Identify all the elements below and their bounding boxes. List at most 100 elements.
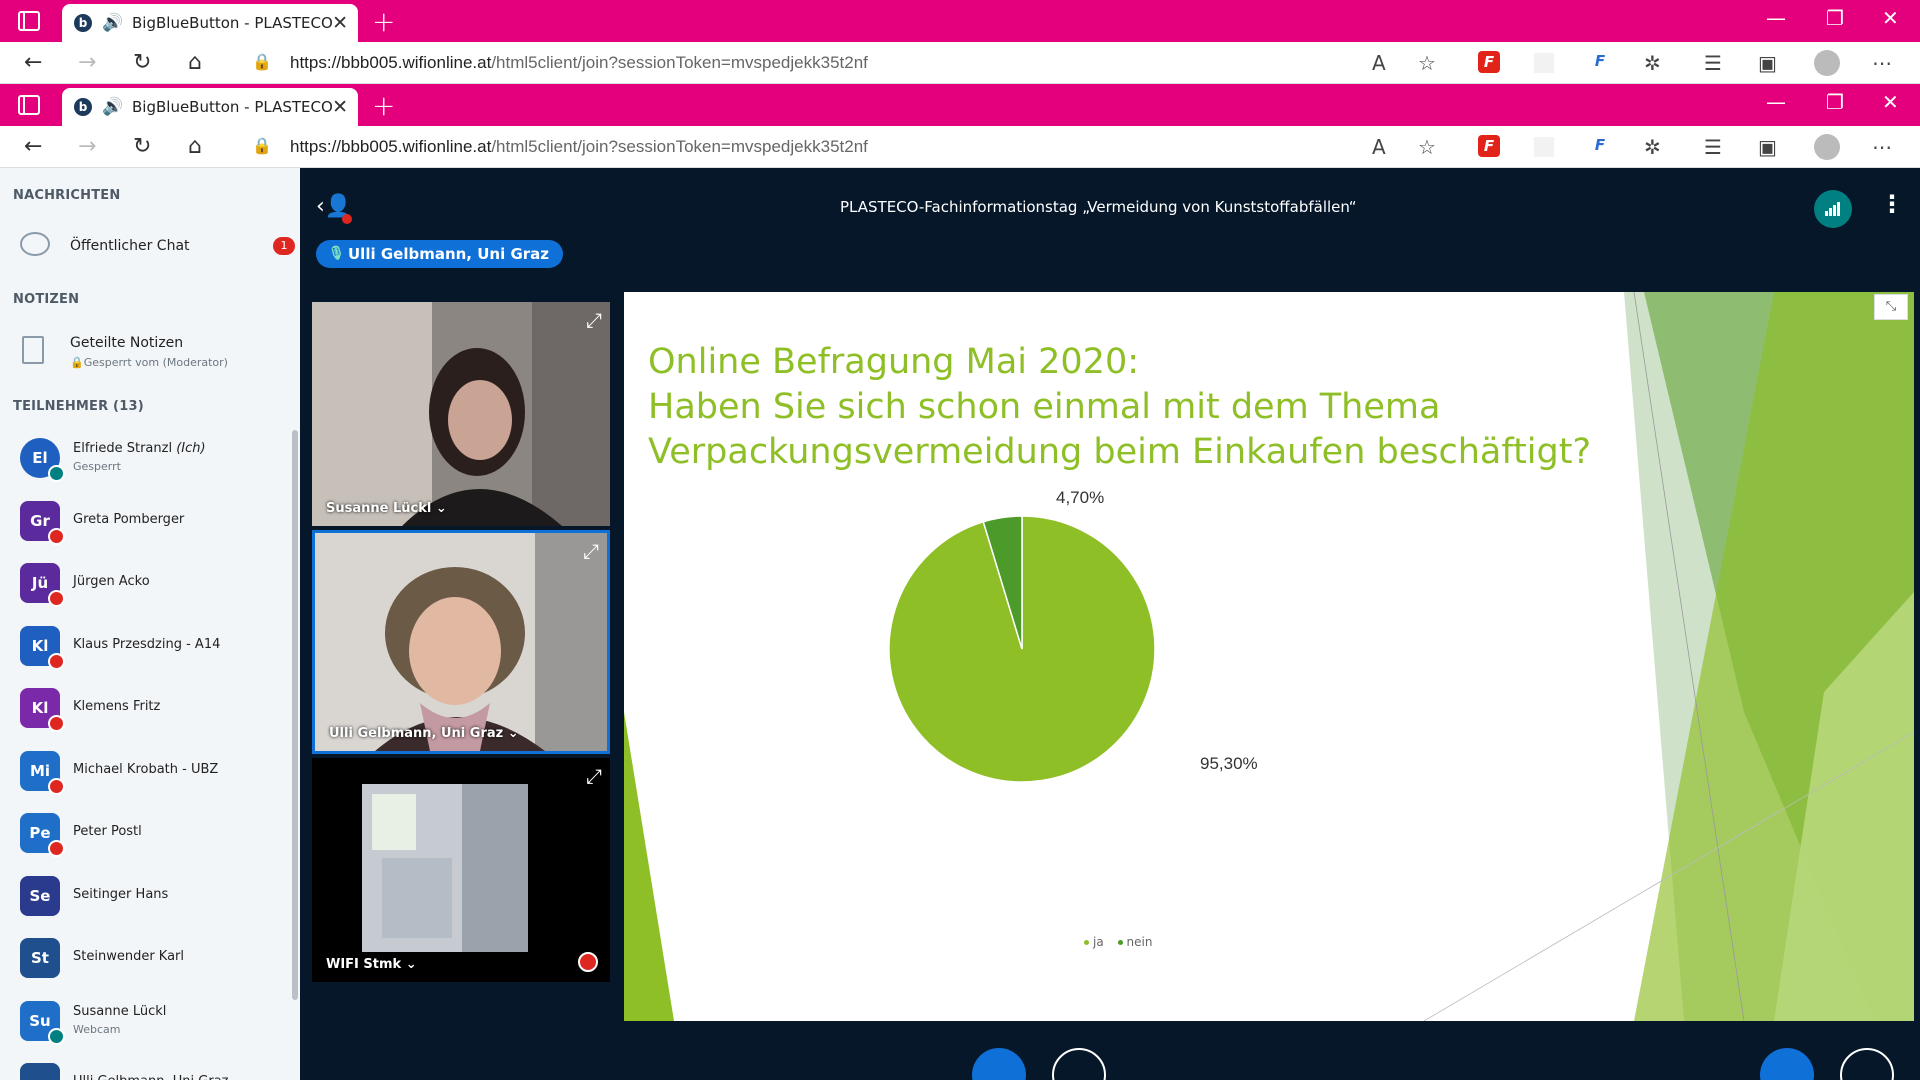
participant-item[interactable]: Su Susanne Lückl Webcam xyxy=(0,1000,290,1057)
public-chat-label: Öffentlicher Chat xyxy=(70,238,190,254)
new-tab-icon[interactable]: + xyxy=(372,89,395,122)
extension-flash-icon[interactable]: F xyxy=(1478,51,1500,73)
lock-icon[interactable]: 🔒 xyxy=(252,136,272,155)
browser-tab[interactable]: b 🔊 BigBlueButton - PLASTECO- ✕ xyxy=(62,4,358,42)
participant-item[interactable]: El Elfriede Stranzl (Ich) Gesperrt xyxy=(0,438,290,494)
browser-tab[interactable]: b 🔊 BigBlueButton - PLASTECO- ✕ xyxy=(62,88,358,126)
participant-item[interactable]: Jü Jürgen Acko xyxy=(0,563,290,619)
legend-item-nein: nein xyxy=(1117,935,1152,949)
add-favorite-icon[interactable]: ☆ xyxy=(1418,135,1436,159)
participant-item[interactable]: Gr Greta Pomberger xyxy=(0,500,290,557)
video-tile[interactable]: ⤢ Susanne Lückl ⌄ xyxy=(312,302,610,526)
chat-bubble-icon xyxy=(20,232,50,256)
slide-fullscreen-icon[interactable]: ⤡ xyxy=(1874,294,1908,320)
home-icon[interactable]: ⌂ xyxy=(188,134,202,159)
fullscreen-icon[interactable]: ⤢ xyxy=(586,764,602,788)
minimize-icon[interactable]: — xyxy=(1766,6,1786,30)
settings-more-icon[interactable]: ⋯ xyxy=(1872,135,1892,159)
profile-icon[interactable] xyxy=(1814,134,1840,160)
speaker-icon[interactable]: 🔊 xyxy=(102,97,123,117)
microphone-icon: 🎙 xyxy=(328,246,345,261)
collections-icon[interactable]: ▣ xyxy=(1758,51,1777,75)
settings-more-icon[interactable]: ⋯ xyxy=(1872,51,1892,75)
user-list-sidebar: NACHRICHTEN Öffentlicher Chat 1 NOTIZEN … xyxy=(0,168,300,1080)
webcam-feed xyxy=(312,302,610,526)
restore-icon[interactable]: ❐ xyxy=(1826,6,1844,30)
tab-close-icon[interactable]: ✕ xyxy=(332,12,348,34)
connection-status-button[interactable] xyxy=(1814,190,1852,228)
shared-notes-label: Geteilte Notizen xyxy=(70,335,184,351)
webcam-feed xyxy=(312,758,610,982)
participant-item[interactable]: Se Seitinger Hans xyxy=(0,875,290,932)
participant-item[interactable]: Kl Klaus Przesdzing - A14 xyxy=(0,625,290,682)
reload-icon[interactable]: ↻ xyxy=(133,50,151,75)
minimize-icon[interactable]: — xyxy=(1766,90,1786,114)
participant-item[interactable]: Pe Peter Postl xyxy=(0,813,290,869)
fullscreen-icon[interactable]: ⤢ xyxy=(583,539,599,563)
window-close-icon[interactable]: ✕ xyxy=(1882,6,1899,30)
chart-legend: ja nein xyxy=(1084,935,1162,949)
read-aloud-icon[interactable]: A xyxy=(1372,51,1386,75)
extension-blank-icon[interactable] xyxy=(1534,137,1554,157)
extensions-icon[interactable]: ✲ xyxy=(1644,51,1661,75)
url-text[interactable]: https://bbb005.wifionline.at/html5client… xyxy=(290,137,868,157)
forward-icon: → xyxy=(78,134,97,159)
bbb-favicon-icon: b xyxy=(74,98,92,116)
legend-dot xyxy=(1084,940,1089,945)
talking-indicator[interactable]: 🎙 Ulli Gelbmann, Uni Graz xyxy=(316,240,564,268)
audio-button[interactable] xyxy=(972,1048,1026,1080)
back-icon[interactable]: ← xyxy=(24,134,42,159)
tab-actions-icon[interactable] xyxy=(18,95,40,115)
muted-icon xyxy=(48,840,65,857)
favorites-icon[interactable]: ☰ xyxy=(1704,51,1722,75)
restore-icon[interactable]: ❐ xyxy=(1826,90,1844,114)
lock-icon[interactable]: 🔒 xyxy=(252,52,272,71)
video-tile-active[interactable]: ⤢ Ulli Gelbmann, Uni Graz ⌄ xyxy=(312,530,610,754)
share-webcam-button[interactable] xyxy=(1052,1048,1106,1080)
extension-blank-icon[interactable] xyxy=(1534,53,1554,73)
fullscreen-icon[interactable]: ⤢ xyxy=(586,308,602,332)
back-icon[interactable]: ← xyxy=(24,50,42,75)
presentation-toggle-button[interactable] xyxy=(1760,1048,1814,1080)
browser-tab-strip: b 🔊 BigBlueButton - PLASTECO- ✕ + — ❐ ✕ xyxy=(0,0,1920,42)
participant-name: Susanne Lückl xyxy=(73,1003,167,1019)
reload-icon[interactable]: ↻ xyxy=(133,134,151,159)
notes-heading: NOTIZEN xyxy=(13,292,80,307)
extensions-icon[interactable]: ✲ xyxy=(1644,135,1661,159)
tab-close-icon[interactable]: ✕ xyxy=(332,96,348,118)
participant-name: Seitinger Hans xyxy=(73,886,169,902)
participant-name: Elfriede Stranzl (Ich) xyxy=(73,441,206,456)
extension-f-icon[interactable]: F xyxy=(1590,52,1610,72)
profile-icon[interactable] xyxy=(1814,50,1840,76)
read-aloud-icon[interactable]: A xyxy=(1372,135,1386,159)
home-icon[interactable]: ⌂ xyxy=(188,50,202,75)
address-bar: ← → ↻ ⌂ 🔒 https://bbb005.wifionline.at/h… xyxy=(0,126,1920,168)
participant-item[interactable]: St Steinwender Karl xyxy=(0,938,290,994)
options-menu-icon[interactable]: ⋮ xyxy=(1880,190,1904,218)
participant-item[interactable]: Ulli Gelbmann, Uni Graz xyxy=(0,1063,290,1080)
add-favorite-icon[interactable]: ☆ xyxy=(1418,51,1436,75)
video-user-name[interactable]: WIFI Stmk ⌄ xyxy=(326,957,417,972)
favorites-icon[interactable]: ☰ xyxy=(1704,135,1722,159)
video-tile[interactable]: ⤢ WIFI Stmk ⌄ xyxy=(312,758,610,982)
video-user-name[interactable]: Susanne Lückl ⌄ xyxy=(326,501,447,516)
new-tab-icon[interactable]: + xyxy=(372,5,395,38)
window-close-icon[interactable]: ✕ xyxy=(1882,90,1899,114)
extension-flash-icon[interactable]: F xyxy=(1478,135,1500,157)
tab-actions-icon[interactable] xyxy=(18,11,40,31)
sidebar-scrollbar[interactable] xyxy=(292,430,298,1000)
participant-name: Klaus Przesdzing - A14 xyxy=(73,636,221,652)
participant-name: Klemens Fritz xyxy=(73,699,161,714)
raise-hand-button[interactable] xyxy=(1840,1048,1894,1080)
url-text[interactable]: https://bbb005.wifionline.at/html5client… xyxy=(290,53,868,73)
participant-item[interactable]: Mi Michael Krobath - UBZ xyxy=(0,750,290,807)
collections-icon[interactable]: ▣ xyxy=(1758,135,1777,159)
video-user-name[interactable]: Ulli Gelbmann, Uni Graz ⌄ xyxy=(329,726,519,741)
participant-item[interactable]: Kl Klemens Fritz xyxy=(0,688,290,744)
browser-tab-strip: b 🔊 BigBlueButton - PLASTECO- ✕ + — ❐ ✕ xyxy=(0,84,1920,126)
extension-f-icon[interactable]: F xyxy=(1590,136,1610,156)
participant-name: Steinwender Karl xyxy=(73,949,185,964)
muted-icon xyxy=(48,527,65,545)
participant-name: Michael Krobath - UBZ xyxy=(73,761,219,777)
speaker-icon[interactable]: 🔊 xyxy=(102,13,123,33)
